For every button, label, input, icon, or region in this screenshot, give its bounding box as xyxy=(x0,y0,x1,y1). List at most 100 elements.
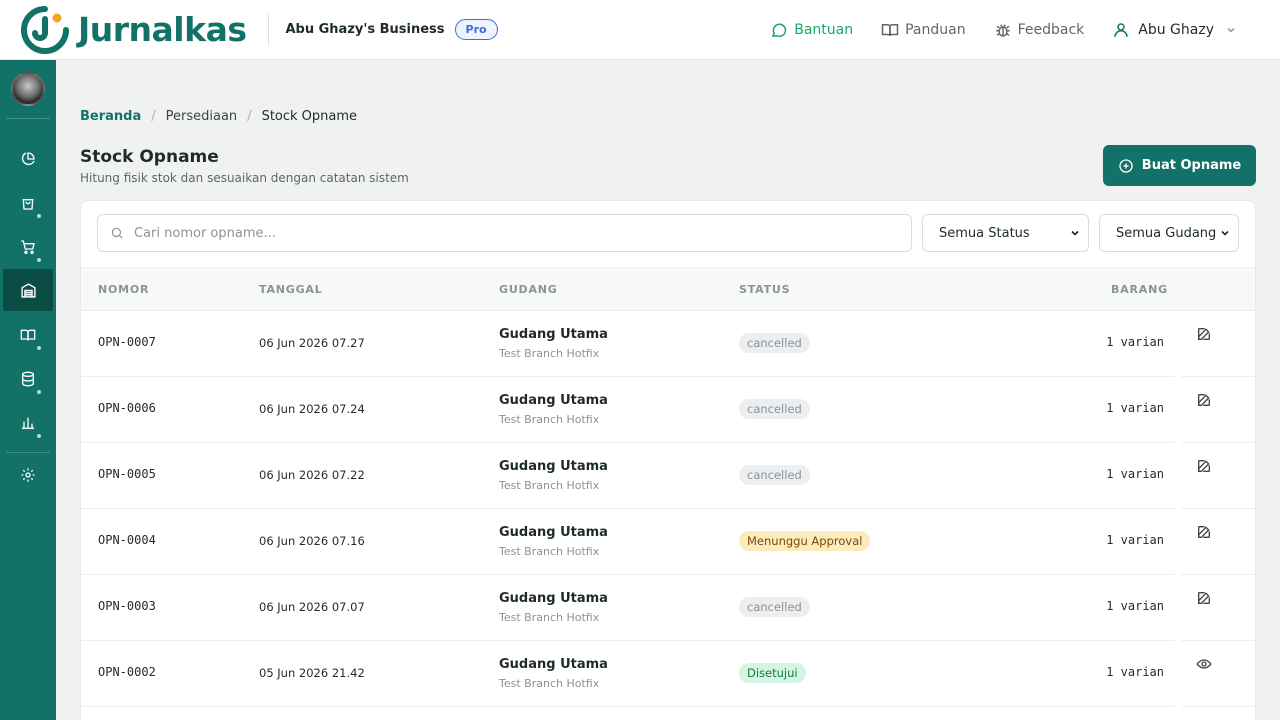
table-row[interactable]: OPN-0007 06 Jun 2026 07.27 Gudang Utama Tes… xyxy=(81,311,1255,377)
sidebar-divider xyxy=(6,118,50,119)
sidebar-item-purchases[interactable] xyxy=(3,226,53,268)
opname-date: 06 Jun 2026 07.24 xyxy=(259,402,365,416)
business-name[interactable]: Abu Ghazy's Business xyxy=(285,22,444,37)
brand-logo[interactable]: Jurnalkas xyxy=(20,5,247,55)
edit-button[interactable] xyxy=(1193,389,1215,411)
nav-feedback[interactable]: Feedback xyxy=(994,21,1085,39)
sidebar-item-accounting[interactable] xyxy=(3,314,53,356)
item-count: 1 varian xyxy=(1106,599,1164,613)
avatar[interactable] xyxy=(11,72,45,106)
opname-date: 05 Jun 2026 21.42 xyxy=(259,666,365,680)
table-header: NOMOR TANGGAL GUDANG STATUS BARANG xyxy=(81,267,1255,311)
status-badge: cancelled xyxy=(739,333,810,353)
create-opname-label: Buat Opname xyxy=(1141,158,1242,173)
opname-number[interactable]: OPN-0005 xyxy=(98,467,156,481)
plan-badge: Pro xyxy=(454,19,498,40)
warehouse-name: Gudang Utama xyxy=(499,393,608,408)
edit-button[interactable] xyxy=(1193,521,1215,543)
search-input[interactable] xyxy=(134,225,834,241)
submenu-dot xyxy=(37,390,41,394)
sidebar-item-dashboard[interactable] xyxy=(3,138,53,180)
sidebar-item-reports[interactable] xyxy=(3,402,53,444)
warehouse-name: Gudang Utama xyxy=(499,327,608,342)
edit-icon xyxy=(1196,392,1212,408)
gudang-filter-select[interactable]: Semua Gudang xyxy=(1099,214,1239,252)
opname-number[interactable]: OPN-0003 xyxy=(98,599,156,613)
breadcrumb-section[interactable]: Persediaan xyxy=(166,109,238,124)
opname-card: Semua Status Semua Gudang NOMOR TANGGAL … xyxy=(80,200,1256,720)
breadcrumb-separator: / xyxy=(247,109,252,124)
opname-number[interactable]: OPN-0006 xyxy=(98,401,156,415)
sidebar-item-settings[interactable] xyxy=(3,454,53,496)
sidebar-item-inventory[interactable] xyxy=(3,269,53,311)
column-header-tanggal[interactable]: TANGGAL xyxy=(259,283,323,296)
shopping-bag-icon xyxy=(22,199,34,210)
branch-name: Test Branch Hotfix xyxy=(499,347,600,360)
opname-number[interactable]: OPN-0007 xyxy=(98,335,156,349)
edit-icon xyxy=(1196,458,1212,474)
table-row[interactable]: OPN-0006 06 Jun 2026 07.24 Gudang Utama Tes… xyxy=(81,377,1255,443)
submenu-dot xyxy=(37,214,41,218)
cart-icon xyxy=(21,240,35,254)
column-header-status[interactable]: STATUS xyxy=(739,283,790,296)
chevron-down-icon xyxy=(1227,27,1235,33)
column-header-nomor[interactable]: NOMOR xyxy=(98,283,149,296)
brand-name: Jurnalkas xyxy=(78,10,247,49)
view-button[interactable] xyxy=(1193,653,1215,675)
status-badge: cancelled xyxy=(739,399,810,419)
nav-feedback-label: Feedback xyxy=(1017,22,1085,38)
opname-number[interactable]: OPN-0004 xyxy=(98,533,156,547)
branch-name: Test Branch Hotfix xyxy=(499,677,600,690)
chat-bubble-icon xyxy=(772,23,787,37)
edit-button[interactable] xyxy=(1193,455,1215,477)
edit-icon xyxy=(1196,326,1212,342)
database-icon xyxy=(22,371,34,387)
sidebar-item-sales[interactable] xyxy=(3,182,53,224)
status-badge: cancelled xyxy=(739,597,810,617)
row-divider xyxy=(81,706,1175,707)
user-menu[interactable]: Abu Ghazy xyxy=(1112,21,1244,39)
create-opname-button[interactable]: Buat Opname xyxy=(1103,145,1256,186)
submenu-dot xyxy=(37,258,41,262)
gear-icon xyxy=(21,468,35,482)
search-box[interactable] xyxy=(97,214,912,252)
nav-bantuan-label: Bantuan xyxy=(794,22,854,38)
opname-number[interactable]: OPN-0002 xyxy=(98,665,156,679)
breadcrumb-separator: / xyxy=(151,109,156,124)
nav-panduan[interactable]: Panduan xyxy=(881,21,966,39)
warehouse-name: Gudang Utama xyxy=(499,591,608,606)
opname-date: 06 Jun 2026 07.22 xyxy=(259,468,365,482)
chevron-down-icon xyxy=(1071,230,1079,236)
column-header-barang[interactable]: BARANG xyxy=(1111,283,1168,296)
branch-name: Test Branch Hotfix xyxy=(499,545,600,558)
item-count: 1 varian xyxy=(1106,467,1164,481)
status-badge: cancelled xyxy=(739,465,810,485)
table-row[interactable]: OPN-0004 06 Jun 2026 07.16 Gudang Utama Tes… xyxy=(81,509,1255,575)
edit-button[interactable] xyxy=(1193,587,1215,609)
header-divider xyxy=(268,13,270,46)
jurnalkas-logo-icon xyxy=(21,5,69,54)
warehouse-name: Gudang Utama xyxy=(499,525,608,540)
page-subtitle: Hitung fisik stok dan sesuaikan dengan c… xyxy=(80,171,409,185)
table-row[interactable]: OPN-0003 06 Jun 2026 07.07 Gudang Utama Tes… xyxy=(81,575,1255,641)
edit-icon xyxy=(1196,524,1212,540)
status-filter-value: Semua Status xyxy=(939,225,1030,241)
column-header-gudang[interactable]: GUDANG xyxy=(499,283,558,296)
status-badge: Menunggu Approval xyxy=(739,531,871,551)
table-row[interactable]: OPN-0002 05 Jun 2026 21.42 Gudang Utama Tes… xyxy=(81,641,1255,707)
opname-date: 06 Jun 2026 07.07 xyxy=(259,600,365,614)
plus-circle-icon xyxy=(1119,158,1133,173)
edit-icon xyxy=(1196,590,1212,606)
table-row[interactable]: OPN-0005 06 Jun 2026 07.22 Gudang Utama Tes… xyxy=(81,443,1255,509)
user-icon xyxy=(1114,23,1129,37)
breadcrumb-current: Stock Opname xyxy=(261,109,358,124)
nav-bantuan[interactable]: Bantuan xyxy=(770,21,853,39)
edit-button[interactable] xyxy=(1193,323,1215,345)
opname-date: 06 Jun 2026 07.16 xyxy=(259,534,365,548)
breadcrumb-home[interactable]: Beranda xyxy=(80,109,141,124)
chevron-down-icon xyxy=(1221,230,1229,236)
opname-date: 06 Jun 2026 07.27 xyxy=(259,336,365,350)
user-name: Abu Ghazy xyxy=(1138,22,1214,38)
sidebar-item-data[interactable] xyxy=(3,358,53,400)
status-filter-select[interactable]: Semua Status xyxy=(922,214,1089,252)
